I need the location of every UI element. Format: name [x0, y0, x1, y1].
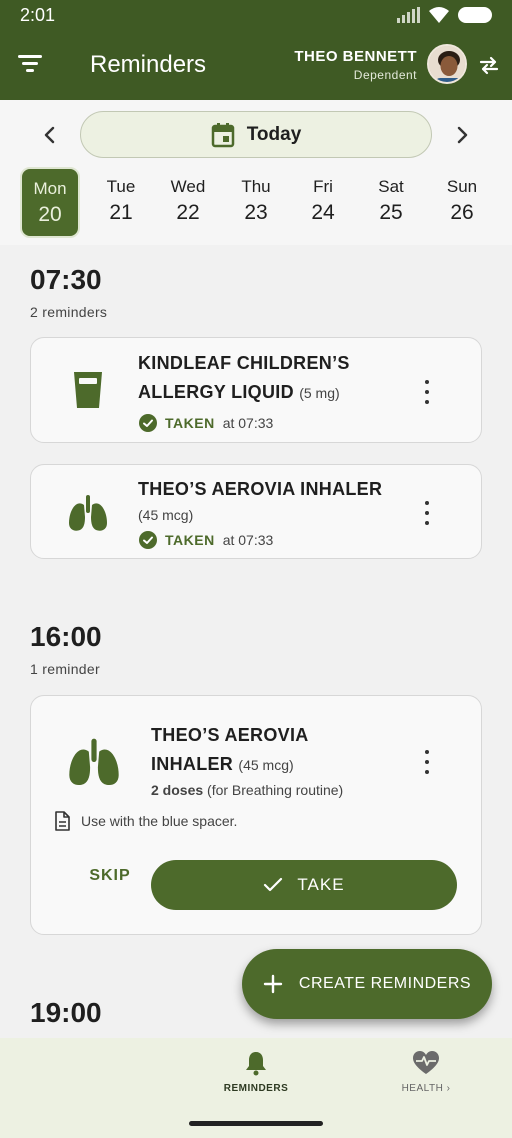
skip-button[interactable]: SKIP — [75, 862, 145, 890]
medication-name-line2: ALLERGY LIQUID — [138, 382, 294, 402]
medication-name-line1: THEO’S AEROVIA — [151, 725, 309, 745]
bottom-navigation: REMINDERS HEALTH › — [0, 1038, 512, 1138]
day-name: Mon — [33, 179, 67, 198]
lungs-icon — [69, 495, 107, 531]
wifi-icon — [429, 7, 449, 23]
taken-status: TAKEN at 07:33 — [139, 531, 273, 549]
day-name: Sun — [446, 177, 478, 196]
day-name: Sat — [378, 177, 404, 196]
medication-name: THEO’S AEROVIA INHALER (45 mcg) — [151, 721, 309, 780]
today-button[interactable]: Today — [80, 111, 432, 158]
signal-icon — [397, 7, 420, 23]
take-button[interactable]: TAKE — [151, 860, 457, 910]
swap-profile-icon[interactable] — [478, 54, 500, 76]
today-label: Today — [246, 123, 302, 145]
calendar-icon — [211, 122, 234, 147]
home-indicator[interactable] — [189, 1121, 323, 1126]
nav-label: REMINDERS — [223, 1083, 289, 1094]
day-name: Wed — [170, 177, 206, 196]
bell-icon — [246, 1052, 266, 1076]
day-number: 24 — [311, 201, 335, 224]
more-options-icon[interactable] — [423, 380, 431, 404]
day-mon[interactable]: Mon 20 — [20, 167, 80, 238]
battery-icon — [458, 7, 492, 23]
section-time: 16:00 — [30, 621, 102, 652]
medication-name-line2: INHALER — [151, 754, 234, 774]
day-tue[interactable]: Tue 21 — [91, 167, 151, 238]
section-time: 19:00 — [30, 997, 102, 1028]
medication-name-line1: KINDLEAF CHILDREN’S — [138, 353, 350, 373]
day-name: Thu — [241, 177, 271, 196]
day-fri[interactable]: Fri 24 — [293, 167, 353, 238]
more-options-icon[interactable] — [423, 750, 431, 774]
chevron-right-icon[interactable] — [452, 124, 472, 146]
chevron-left-icon[interactable] — [40, 124, 60, 146]
plus-icon — [263, 974, 283, 994]
section-time: 07:30 — [30, 264, 102, 295]
taken-time: at 07:33 — [222, 415, 274, 431]
nav-item-health[interactable]: HEALTH › — [366, 1050, 486, 1094]
dose-text: (45 mcg) — [238, 757, 294, 773]
taken-label: TAKEN — [165, 532, 215, 548]
day-name: Tue — [106, 177, 136, 196]
lungs-icon — [69, 738, 119, 786]
status-icons — [397, 6, 492, 24]
reminder-card[interactable]: KINDLEAF CHILDREN’S ALLERGY LIQUID (5 mg… — [30, 337, 482, 443]
heart-pulse-icon — [413, 1051, 439, 1074]
day-number: 26 — [450, 201, 474, 224]
page-title: Reminders — [90, 51, 207, 78]
reminder-card-pending: THEO’S AEROVIA INHALER (45 mcg) 2 doses … — [30, 695, 482, 935]
nav-item-reminders[interactable]: REMINDERS — [196, 1050, 316, 1094]
section-count: 2 reminders — [30, 304, 108, 320]
note-row: Use with the blue spacer. — [53, 811, 237, 831]
status-bar: 2:01 — [0, 0, 512, 30]
status-time: 2:01 — [20, 5, 56, 25]
reminder-card[interactable]: THEO’S AEROVIA INHALER (45 mcg) TAKEN at… — [30, 464, 482, 559]
profile-role: Dependent — [353, 68, 417, 82]
medication-name: KINDLEAF CHILDREN’S ALLERGY LIQUID (5 mg… — [138, 349, 350, 408]
medication-name: THEO’S AEROVIA INHALER — [138, 479, 383, 499]
more-options-icon[interactable] — [423, 501, 431, 525]
check-circle-icon — [139, 414, 157, 432]
section-count: 1 reminder — [30, 661, 100, 677]
day-number: 23 — [244, 201, 268, 224]
avatar[interactable] — [427, 44, 467, 84]
fab-label: CREATE REMINDERS — [298, 975, 472, 992]
note-text: Use with the blue spacer. — [81, 813, 238, 829]
dose-text: (5 mg) — [299, 385, 340, 401]
take-label: TAKE — [297, 875, 345, 894]
doses-info: 2 doses (for Breathing routine) — [151, 782, 343, 798]
taken-label: TAKEN — [165, 415, 215, 431]
app-header: 2:01 Reminders THEO BENNETT Dependent — [0, 0, 512, 100]
document-icon — [55, 811, 70, 831]
nav-label: HEALTH › — [401, 1083, 451, 1094]
day-wed[interactable]: Wed 22 — [158, 167, 218, 238]
check-circle-icon — [139, 531, 157, 549]
taken-status: TAKEN at 07:33 — [139, 414, 273, 432]
day-number: 21 — [109, 201, 133, 224]
date-navigator: Today Mon 20 Tue 21 Wed 22 Thu 23 Fri 24… — [0, 100, 512, 245]
check-icon — [264, 877, 283, 892]
cup-icon — [74, 372, 102, 408]
day-thu[interactable]: Thu 23 — [226, 167, 286, 238]
day-name: Fri — [313, 177, 333, 196]
taken-time: at 07:33 — [222, 532, 274, 548]
day-number: 20 — [38, 203, 62, 226]
day-sun[interactable]: Sun 26 — [432, 167, 492, 238]
profile-name[interactable]: THEO BENNETT — [294, 48, 417, 65]
create-reminders-button[interactable]: CREATE REMINDERS — [242, 949, 492, 1019]
day-number: 25 — [379, 201, 403, 224]
dose-text: (45 mcg) — [138, 507, 194, 523]
filter-icon[interactable] — [16, 52, 44, 74]
doses-count: 2 doses — [151, 782, 204, 798]
day-number: 22 — [176, 201, 200, 224]
doses-note: (for Breathing routine) — [207, 782, 344, 798]
day-sat[interactable]: Sat 25 — [361, 167, 421, 238]
